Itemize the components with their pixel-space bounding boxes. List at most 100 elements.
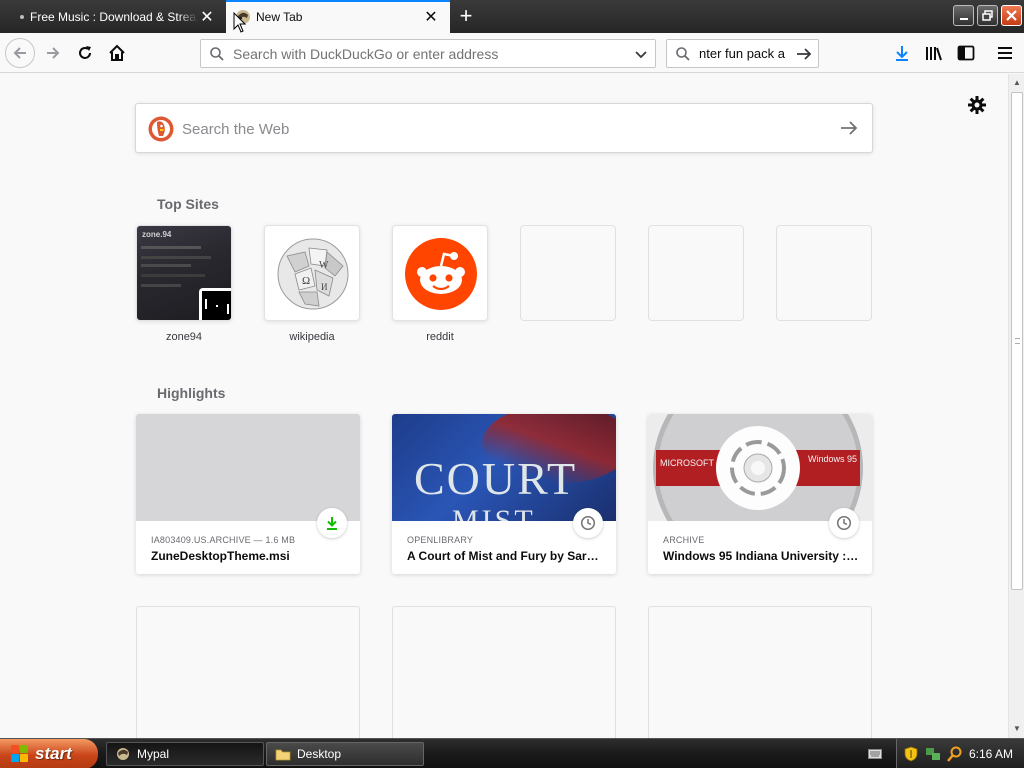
cd-disc-image: MICROSOFT Windows 95 [653,414,863,521]
highlight-placeholder [136,606,360,738]
zone94-favicon-icon [199,288,231,320]
tab-title: Free Music : Download & Streaming : Inte… [30,9,198,24]
search-icon [210,47,224,61]
library-button[interactable] [920,39,948,67]
taskbar-item-mypal[interactable]: Mypal [106,742,264,766]
tab-loading-dot [20,15,24,19]
cd-label-text: MICROSOFT [660,458,714,468]
minimize-icon [959,17,968,20]
taskbar-item-label: Desktop [297,747,342,761]
scroll-up-arrow[interactable]: ▲ [1010,76,1024,90]
back-arrow-icon [13,47,26,59]
search-bar-value[interactable]: nter fun pack a [699,46,785,61]
security-shield-icon[interactable] [903,746,919,762]
close-icon [1006,10,1017,21]
navigation-toolbar: nter fun pack a [0,33,1024,73]
reload-button[interactable] [70,38,100,68]
download-icon [327,517,337,530]
highlight-source: IA803409.US.ARCHIVE — 1.6 MB [151,535,296,545]
web-search-input[interactable] [182,118,802,140]
sidebar-toggle-button[interactable] [952,39,980,67]
scroll-down-arrow[interactable]: ▼ [1010,722,1024,736]
gear-icon[interactable] [967,95,987,115]
home-icon [109,44,125,61]
arrow-right-icon[interactable] [840,119,858,137]
download-icon [896,46,908,61]
taskbar-item-label: Mypal [137,747,170,761]
top-site-empty[interactable] [520,225,616,321]
tab-new-tab[interactable]: New Tab ✕ [226,0,450,33]
forward-button[interactable] [38,38,68,68]
tab-internet-archive[interactable]: Free Music : Download & Streaming : Inte… [0,0,225,33]
minimize-button[interactable] [953,5,974,26]
library-icon [926,47,942,61]
top-site-tile[interactable]: Ω W И [264,225,360,321]
highlight-card[interactable]: COURT MIST OPENLIBRARY A Court of Mist a… [392,414,616,574]
highlight-placeholder [648,606,872,738]
highlight-type-badge [829,508,859,538]
top-site-label: zone94 [165,331,203,343]
cd-label-text: Windows 95 [808,454,857,464]
top-site-tile[interactable]: zone.94 [136,225,232,321]
top-site-tile[interactable] [392,225,488,321]
svg-text:И: И [321,282,328,292]
highlight-thumbnail: MICROSOFT Windows 95 [648,414,872,521]
highlight-source: ARCHIVE [663,535,705,545]
top-site-label: reddit [426,331,454,343]
web-search-box[interactable] [135,103,873,153]
keyboard-icon[interactable] [868,748,882,760]
reddit-logo-icon [405,238,477,310]
top-site-label: wikipedia [289,331,335,343]
downloads-button[interactable] [888,39,916,67]
book-cover-text: MIST [452,504,536,521]
highlight-title: Windows 95 Indiana University : ... [663,549,859,563]
scrollbar-thumb[interactable] [1011,92,1023,590]
highlight-title: A Court of Mist and Fury by Sara... [407,549,603,563]
mypal-app-icon [117,748,129,760]
top-site-placeholder[interactable] [648,225,744,321]
wikipedia-globe-icon: Ω W И [277,238,349,310]
close-tab-button[interactable]: ✕ [198,8,216,26]
restore-icon [982,10,993,21]
highlight-card[interactable]: IA803409.US.ARCHIVE — 1.6 MB ZuneDesktop… [136,414,360,574]
restore-button[interactable] [977,5,998,26]
start-label: start [35,744,72,763]
arrow-right-icon[interactable] [795,45,813,63]
svg-text:W: W [319,260,329,271]
taskbar-clock[interactable]: 6:16 AM [969,747,1013,761]
forward-arrow-icon [47,47,60,59]
windows-logo-icon [10,744,30,764]
top-sites-heading: Top Sites [157,196,219,212]
highlight-card[interactable]: MICROSOFT Windows 95 ARCHIVE Windows 95 … [648,414,872,574]
duckduckgo-logo-icon [148,116,174,142]
menu-button[interactable] [991,39,1019,67]
vertical-scrollbar[interactable]: ▲ ▼ [1008,74,1024,738]
clock-icon [580,515,596,531]
highlight-source: OPENLIBRARY [407,535,474,545]
chevron-down-icon[interactable] [633,46,649,62]
start-button[interactable]: start [0,739,98,768]
tab-title: New Tab [256,10,303,24]
top-site-zone94[interactable]: zone.94 zone94 [136,225,232,343]
taskbar-item-desktop[interactable]: Desktop [266,742,424,766]
new-tab-button[interactable]: + [455,5,477,28]
network-icon[interactable] [925,746,941,762]
top-site-reddit[interactable]: reddit [392,225,488,343]
top-site-placeholder[interactable] [520,225,616,321]
search-icon[interactable] [947,746,963,762]
address-bar[interactable] [200,39,656,68]
top-site-empty[interactable] [776,225,872,321]
highlights-heading: Highlights [157,385,226,401]
top-site-wikipedia[interactable]: Ω W И wikipedia [264,225,360,343]
close-tab-button[interactable]: ✕ [422,8,440,26]
search-bar[interactable]: nter fun pack a [666,39,819,68]
svg-text:Ω: Ω [302,275,310,287]
address-input[interactable] [233,44,623,64]
top-site-empty[interactable] [648,225,744,321]
back-button[interactable] [5,38,35,68]
close-window-button[interactable] [1001,5,1022,26]
top-site-placeholder[interactable] [776,225,872,321]
windows-taskbar: start Mypal Desktop 6:16 AM [0,738,1024,768]
tab-bar: Free Music : Download & Streaming : Inte… [0,0,1024,33]
home-button[interactable] [102,38,132,68]
